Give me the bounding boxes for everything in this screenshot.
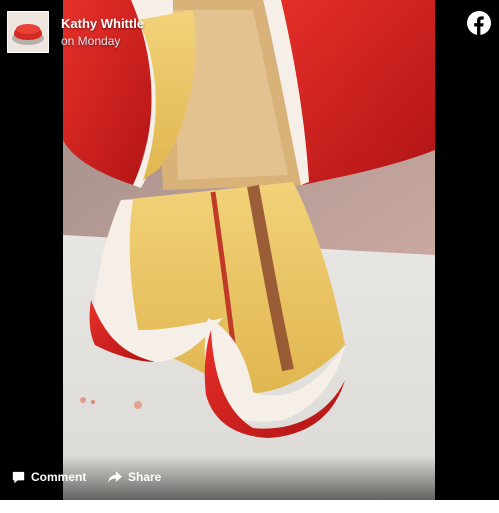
comment-label: Comment — [31, 470, 87, 484]
facebook-icon[interactable] — [467, 11, 491, 35]
avatar-thumbnail — [8, 12, 48, 52]
comment-button[interactable]: Comment — [12, 470, 86, 484]
author-name[interactable]: Kathy Whittle — [61, 16, 144, 31]
share-label: Share — [128, 470, 162, 484]
post-timestamp[interactable]: on Monday — [61, 34, 120, 48]
cake-photo-illustration — [63, 0, 435, 500]
post-photo[interactable] — [63, 0, 435, 500]
share-button[interactable]: Share — [108, 470, 161, 484]
avatar[interactable] — [7, 11, 49, 53]
post-header: Kathy Whittle on Monday — [0, 0, 499, 60]
share-icon — [108, 470, 122, 483]
embedded-post: Kathy Whittle on Monday Comment Share — [0, 0, 499, 500]
comment-icon — [12, 471, 25, 483]
